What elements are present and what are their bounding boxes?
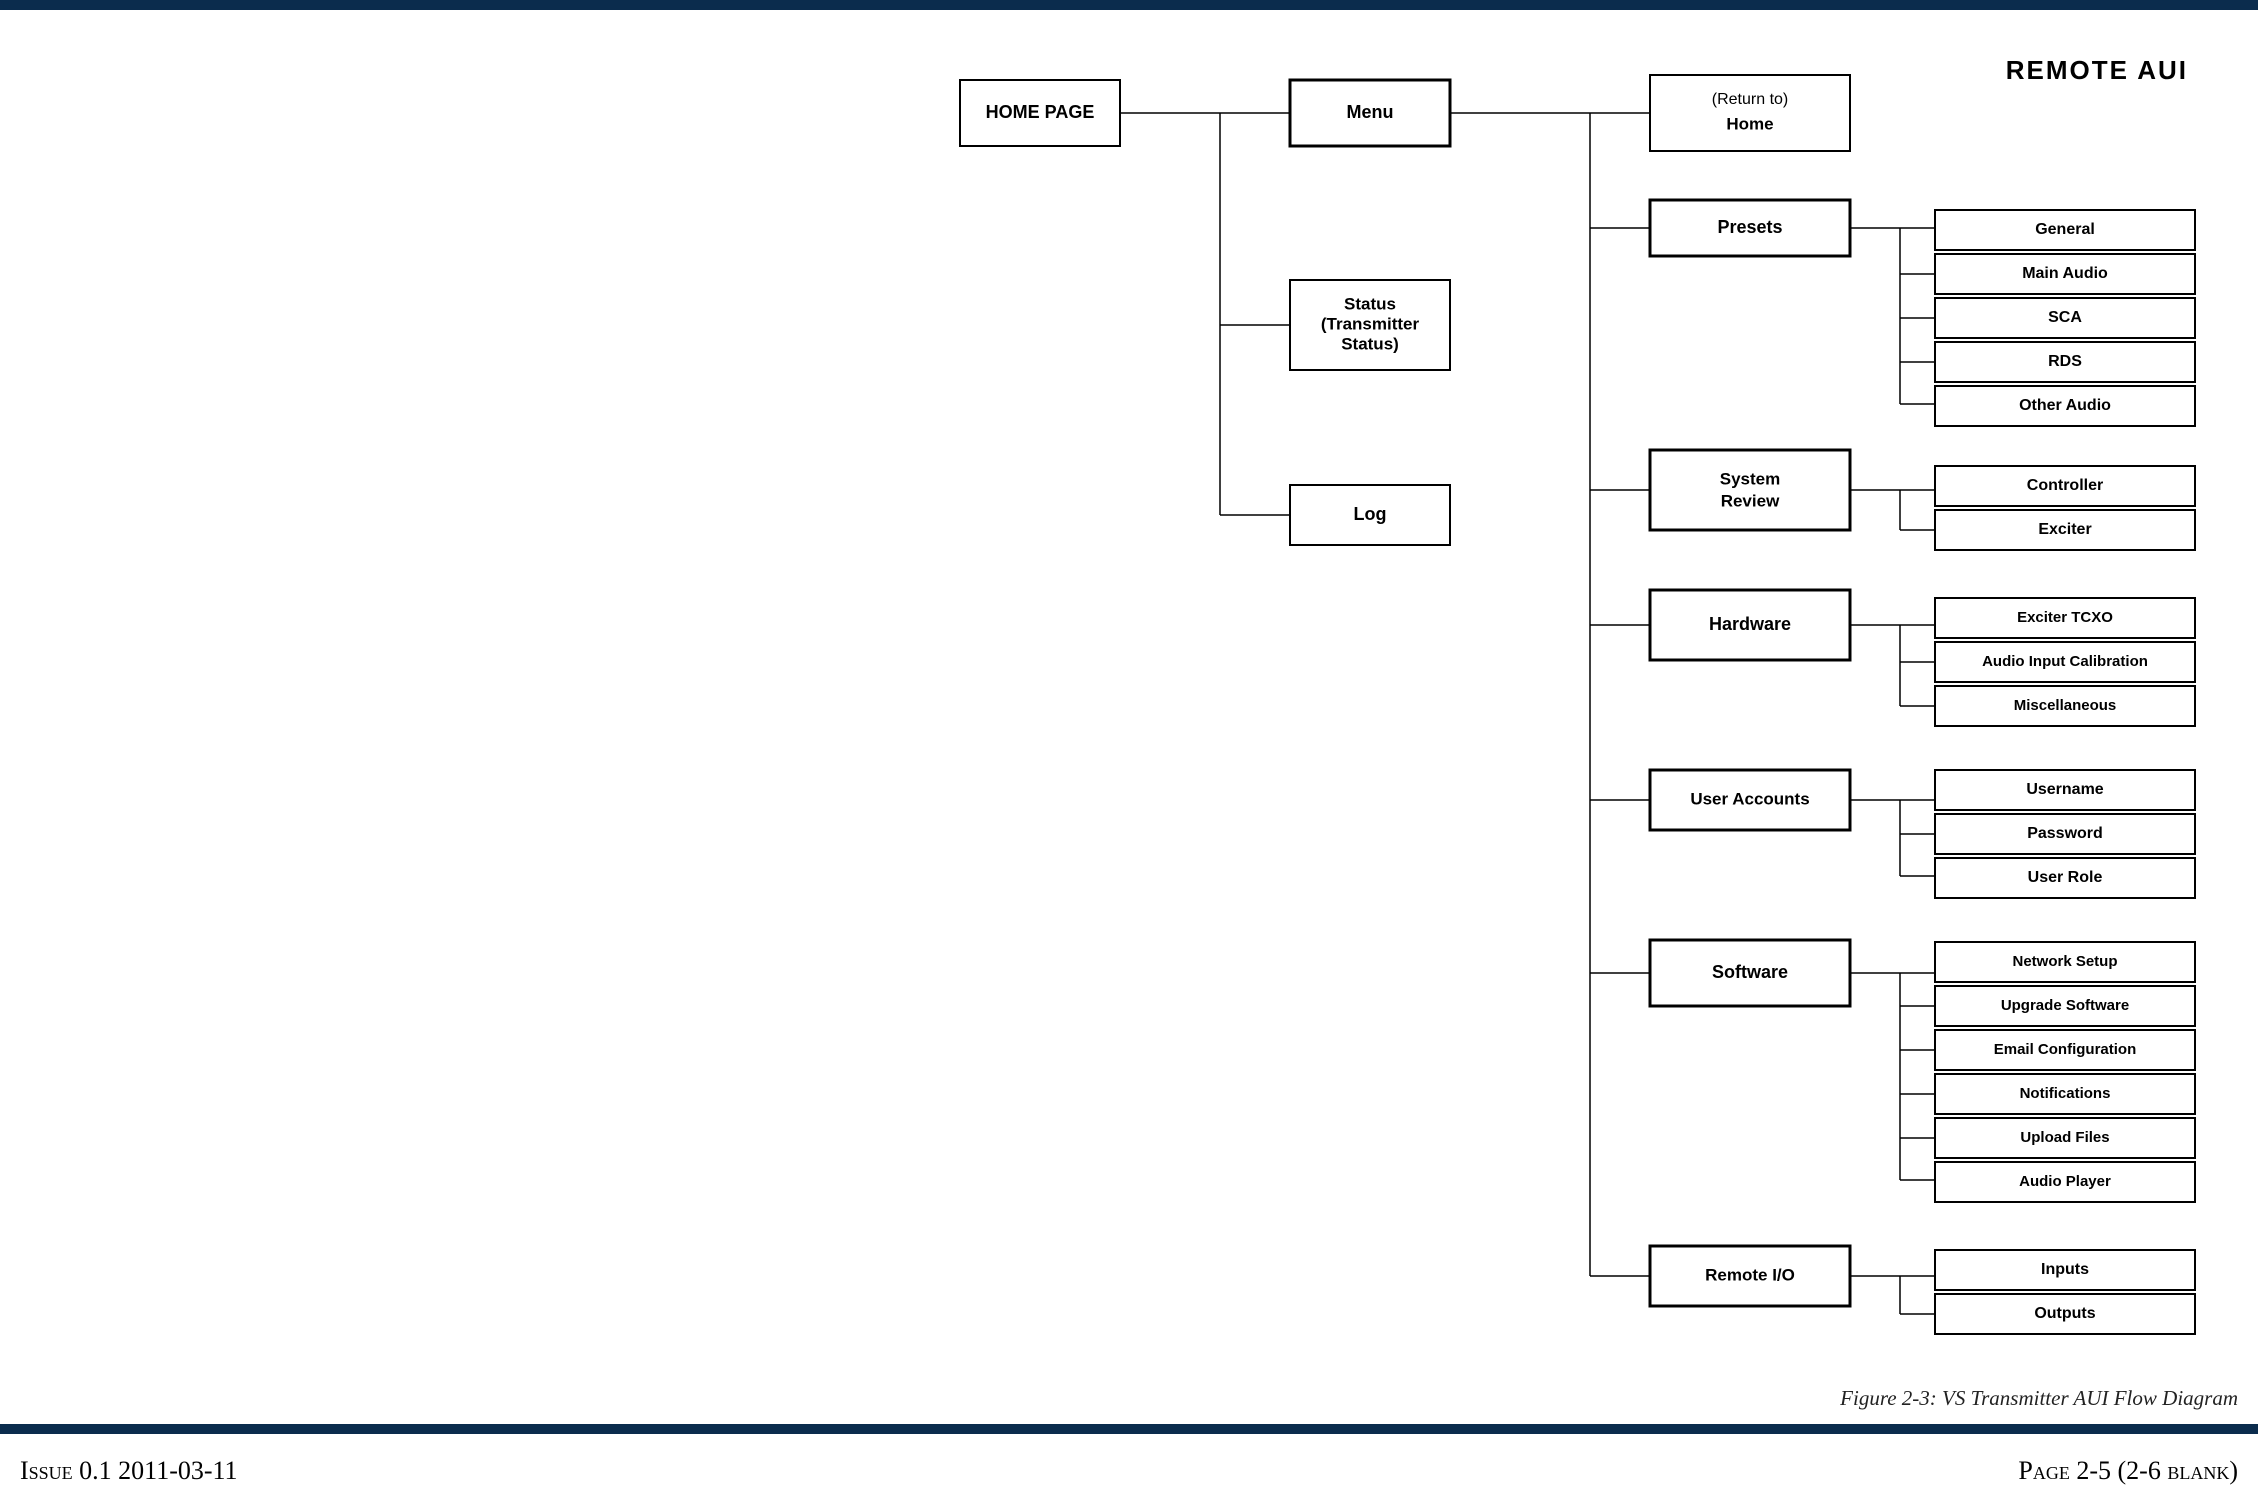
node-ua-username: Username [1935,770,2195,810]
node-sr-exciter: Exciter [1935,510,2195,550]
node-status: Status (Transmitter Status) [1290,280,1450,370]
svg-text:User Role: User Role [2028,869,2103,886]
svg-text:Remote I/O: Remote I/O [1705,1265,1795,1284]
svg-text:Other Audio: Other Audio [2019,397,2111,414]
node-presets-general: General [1935,210,2195,250]
svg-text:Upload Files: Upload Files [2020,1129,2109,1146]
svg-text:Hardware: Hardware [1709,614,1791,634]
svg-text:Menu: Menu [1347,102,1394,122]
svg-text:Status: Status [1344,294,1396,313]
svg-text:RDS: RDS [2048,353,2082,370]
node-hw-tcxo: Exciter TCXO [1935,598,2195,638]
svg-text:(Return to): (Return to) [1712,91,1788,108]
svg-text:General: General [2035,221,2095,238]
node-hw-misc: Miscellaneous [1935,686,2195,726]
node-ua-role: User Role [1935,858,2195,898]
svg-text:System: System [1720,469,1780,488]
node-sw-audioplayer: Audio Player [1935,1162,2195,1202]
node-home-page: HOME PAGE [960,80,1120,146]
svg-text:Notifications: Notifications [2020,1085,2111,1102]
node-return-home: (Return to) Home [1650,75,1850,151]
svg-text:Username: Username [2026,781,2103,798]
node-rio-outputs: Outputs [1935,1294,2195,1334]
svg-text:Presets: Presets [1717,217,1782,237]
svg-text:Audio Input Calibration: Audio Input Calibration [1982,653,2148,670]
svg-text:Main Audio: Main Audio [2022,265,2108,282]
svg-text:User Accounts: User Accounts [1690,789,1809,808]
svg-text:SCA: SCA [2048,309,2082,326]
svg-text:Password: Password [2027,825,2103,842]
svg-text:Controller: Controller [2027,477,2103,494]
node-presets-sca: SCA [1935,298,2195,338]
svg-text:Status): Status) [1341,334,1399,353]
svg-text:Email Configuration: Email Configuration [1994,1041,2137,1058]
svg-text:Upgrade Software: Upgrade Software [2001,997,2129,1014]
node-presets-rds: RDS [1935,342,2195,382]
svg-text:Exciter TCXO: Exciter TCXO [2017,609,2113,626]
node-sw-upload: Upload Files [1935,1118,2195,1158]
svg-text:Software: Software [1712,962,1788,982]
svg-text:HOME PAGE: HOME PAGE [986,102,1095,122]
svg-text:(Transmitter: (Transmitter [1321,314,1420,333]
node-user-accounts: User Accounts [1650,770,1850,830]
node-remote-io: Remote I/O [1650,1246,1850,1306]
node-presets-other: Other Audio [1935,386,2195,426]
flow-diagram: HOME PAGE Menu Status (Transmitter Statu… [0,0,2258,1506]
page: REMOTE AUI Figure 2-3: VS Transmitter AU… [0,0,2258,1506]
svg-text:Log: Log [1354,504,1387,524]
svg-text:Home: Home [1726,114,1773,133]
node-sw-notif: Notifications [1935,1074,2195,1114]
node-sw-email: Email Configuration [1935,1030,2195,1070]
node-log: Log [1290,485,1450,545]
node-system-review: System Review [1650,450,1850,530]
node-presets: Presets [1650,200,1850,256]
node-hardware: Hardware [1650,590,1850,660]
node-rio-inputs: Inputs [1935,1250,2195,1290]
node-sr-controller: Controller [1935,466,2195,506]
node-hw-audiocal: Audio Input Calibration [1935,642,2195,682]
node-ua-password: Password [1935,814,2195,854]
svg-text:Network Setup: Network Setup [2012,953,2117,970]
node-software: Software [1650,940,1850,1006]
svg-text:Miscellaneous: Miscellaneous [2014,697,2117,714]
svg-text:Review: Review [1721,491,1780,510]
svg-text:Exciter: Exciter [2038,521,2091,538]
node-menu: Menu [1290,80,1450,146]
node-presets-mainaudio: Main Audio [1935,254,2195,294]
svg-text:Audio Player: Audio Player [2019,1173,2111,1190]
svg-text:Inputs: Inputs [2041,1261,2089,1278]
node-sw-network: Network Setup [1935,942,2195,982]
svg-text:Outputs: Outputs [2034,1305,2095,1322]
node-sw-upgrade: Upgrade Software [1935,986,2195,1026]
